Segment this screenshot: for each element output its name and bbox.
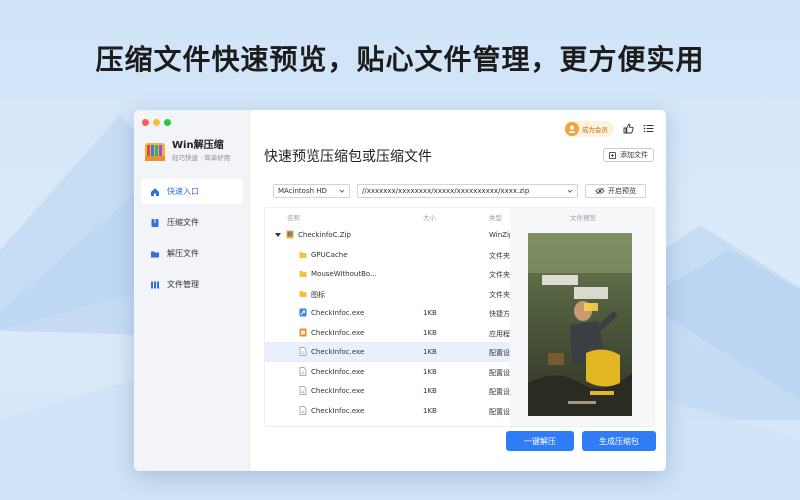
expand-triangle-icon[interactable] [274,230,282,239]
drive-select[interactable]: MAcintosh HD [273,184,350,198]
table-row[interactable]: CheckInfoc.exe 1KB 配置设 [265,401,510,421]
table-row[interactable]: 图标 文件夹 [265,284,510,304]
app-logo-icon [145,142,165,161]
add-file-label: 添加文件 [620,151,648,159]
file-preview-pane: 文件预览 [510,208,654,426]
thumbs-up-icon[interactable] [623,119,634,138]
preview-toggle-label: 开启预览 [608,187,636,195]
sidebar-item-file-manager[interactable]: 文件管理 [141,272,243,297]
extract-button[interactable]: 一键解压 [506,431,574,451]
app-icon [299,328,307,336]
window-controls [142,119,171,126]
table-row[interactable]: CheckInfoc.exe 1KB 配置设 [265,342,510,362]
file-icon [299,405,307,415]
folder-icon [299,290,307,297]
maximize-window-button[interactable] [164,119,171,126]
chevron-down-icon [339,189,345,193]
sidebar-item-compress[interactable]: 压缩文件 [141,210,243,235]
sidebar-item-label: 快速入口 [167,187,199,196]
sidebar: Win解压缩 轻巧快速 · 简单好用 快速入口 压缩文件 解压文件 文件管理 [134,110,250,471]
chevron-down-icon [567,189,573,193]
sidebar-nav: 快速入口 压缩文件 解压文件 文件管理 [141,179,243,303]
path-value: //xxxxxxx/xxxxxxxx/xxxxx/xxxxxxxxxx/xxxx… [362,187,530,195]
sidebar-item-extract[interactable]: 解压文件 [141,241,243,266]
sidebar-item-label: 解压文件 [167,249,199,258]
main-panel: 成为会员 快速预览压缩包或压缩文件 添加文件 MAcintosh HD //xx… [250,110,666,471]
plus-box-icon [609,151,616,159]
sidebar-item-label: 压缩文件 [167,218,199,227]
table-row[interactable]: MouseWithoutBo... 文件夹 [265,264,510,284]
headline: 压缩文件快速预览，贴心文件管理，更方便实用 [95,43,705,76]
close-window-button[interactable] [142,119,149,126]
file-icon [299,366,307,376]
table-row[interactable]: CheckInfoc.exe 1KB 快捷方 [265,303,510,323]
shortcut-icon [299,308,307,317]
table-row[interactable]: CheckinfoC.Zip WinZip [265,225,513,245]
folder-icon [299,251,307,258]
column-header-name: 名称 [287,214,300,222]
home-icon [150,187,160,197]
file-list: CheckinfoC.Zip WinZip GPUCache 文件夹 Mouse… [265,225,513,421]
sidebar-item-label: 文件管理 [167,280,199,289]
menu-icon[interactable] [643,119,654,138]
drive-select-value: MAcintosh HD [278,187,327,195]
become-member-button[interactable]: 成为会员 [564,120,614,137]
page-title: 快速预览压缩包或压缩文件 [264,149,432,165]
table-row[interactable]: CheckInfoc.exe 1KB 配置设 [265,362,510,382]
top-bar: 成为会员 [564,119,654,138]
path-toolbar: MAcintosh HD //xxxxxxx/xxxxxxxx/xxxxx/xx… [273,184,658,198]
zip-icon [286,230,294,239]
column-header-type: 类型 [489,214,502,222]
table-row[interactable]: GPUCache 文件夹 [265,245,510,265]
folder-icon [299,271,307,277]
grid-icon [150,280,160,290]
sidebar-item-quick-access[interactable]: 快速入口 [141,179,243,204]
folder-icon [150,249,160,259]
archive-icon [150,218,160,228]
file-panel: 名称 大小 类型 CheckinfoC.Zip WinZip GPUCache … [264,207,655,427]
table-row[interactable]: CheckInfoc.exe 1KB 配置设 [265,381,510,401]
table-row[interactable]: CheckInfoc.exe 1KB 应用程 [265,323,510,343]
movie-poster-preview-image [528,233,632,416]
member-label: 成为会员 [582,125,608,134]
preview-toggle-button[interactable]: 开启预览 [585,184,646,198]
path-input[interactable]: //xxxxxxx/xxxxxxxx/xxxxx/xxxxxxxxxx/xxxx… [357,184,578,198]
column-header-size: 大小 [423,214,436,222]
minimize-window-button[interactable] [153,119,160,126]
app-brand: Win解压缩 轻巧快速 · 简单好用 [144,140,230,163]
create-archive-button[interactable]: 生成压缩包 [582,431,656,451]
file-icon [299,347,307,356]
app-name: Win解压缩 [172,140,224,151]
file-icon [299,386,307,395]
eye-off-icon [595,187,605,195]
app-tagline: 轻巧快速 · 简单好用 [172,154,231,162]
add-file-button[interactable]: 添加文件 [603,148,654,162]
app-window: Win解压缩 轻巧快速 · 简单好用 快速入口 压缩文件 解压文件 文件管理 成… [134,110,666,471]
column-header-preview: 文件预览 [570,214,596,222]
avatar [565,121,579,136]
